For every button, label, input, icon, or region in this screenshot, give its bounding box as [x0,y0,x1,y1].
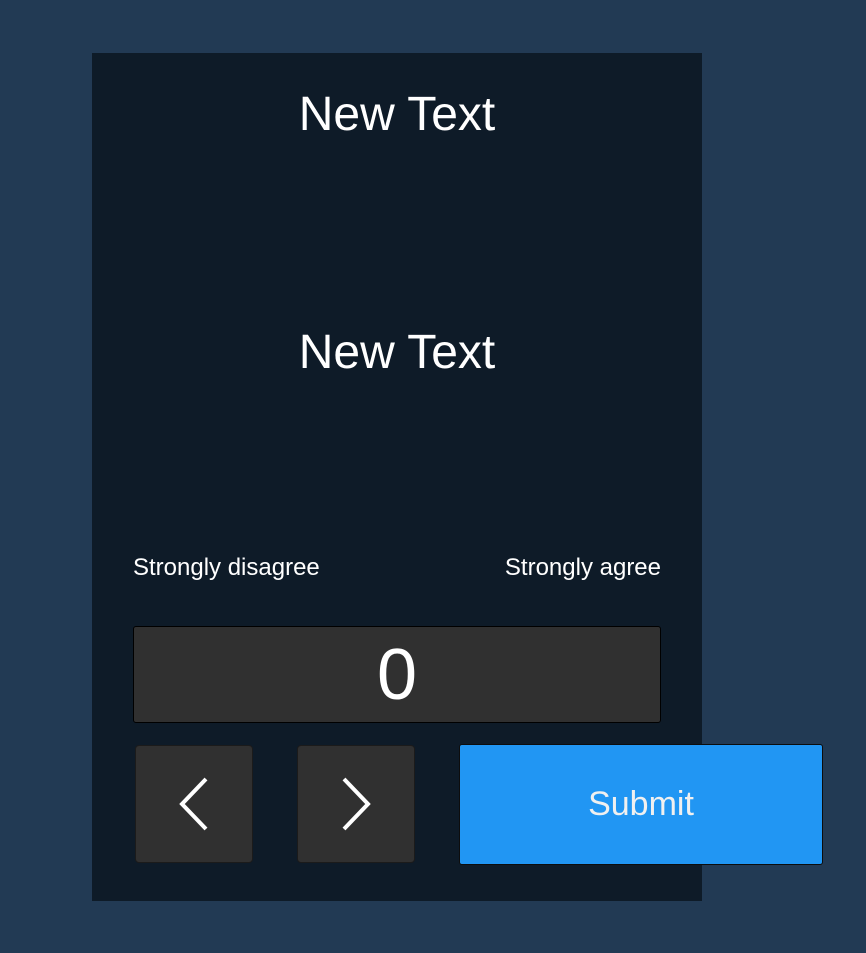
scale-max-label: Strongly agree [504,554,661,581]
submit-button-label: Submit [588,785,694,823]
question-text: New Text [298,326,496,379]
increment-button[interactable] [297,745,415,863]
decrement-button[interactable] [135,745,253,863]
scale-min-label: Strongly disagree [133,554,320,581]
scale-value-display: 0 [133,626,661,723]
question-heading: New Text [298,88,496,141]
chevron-left-icon [177,776,211,832]
scale-value: 0 [376,634,418,715]
chevron-right-icon [339,776,373,832]
submit-button[interactable]: Submit [459,744,823,865]
